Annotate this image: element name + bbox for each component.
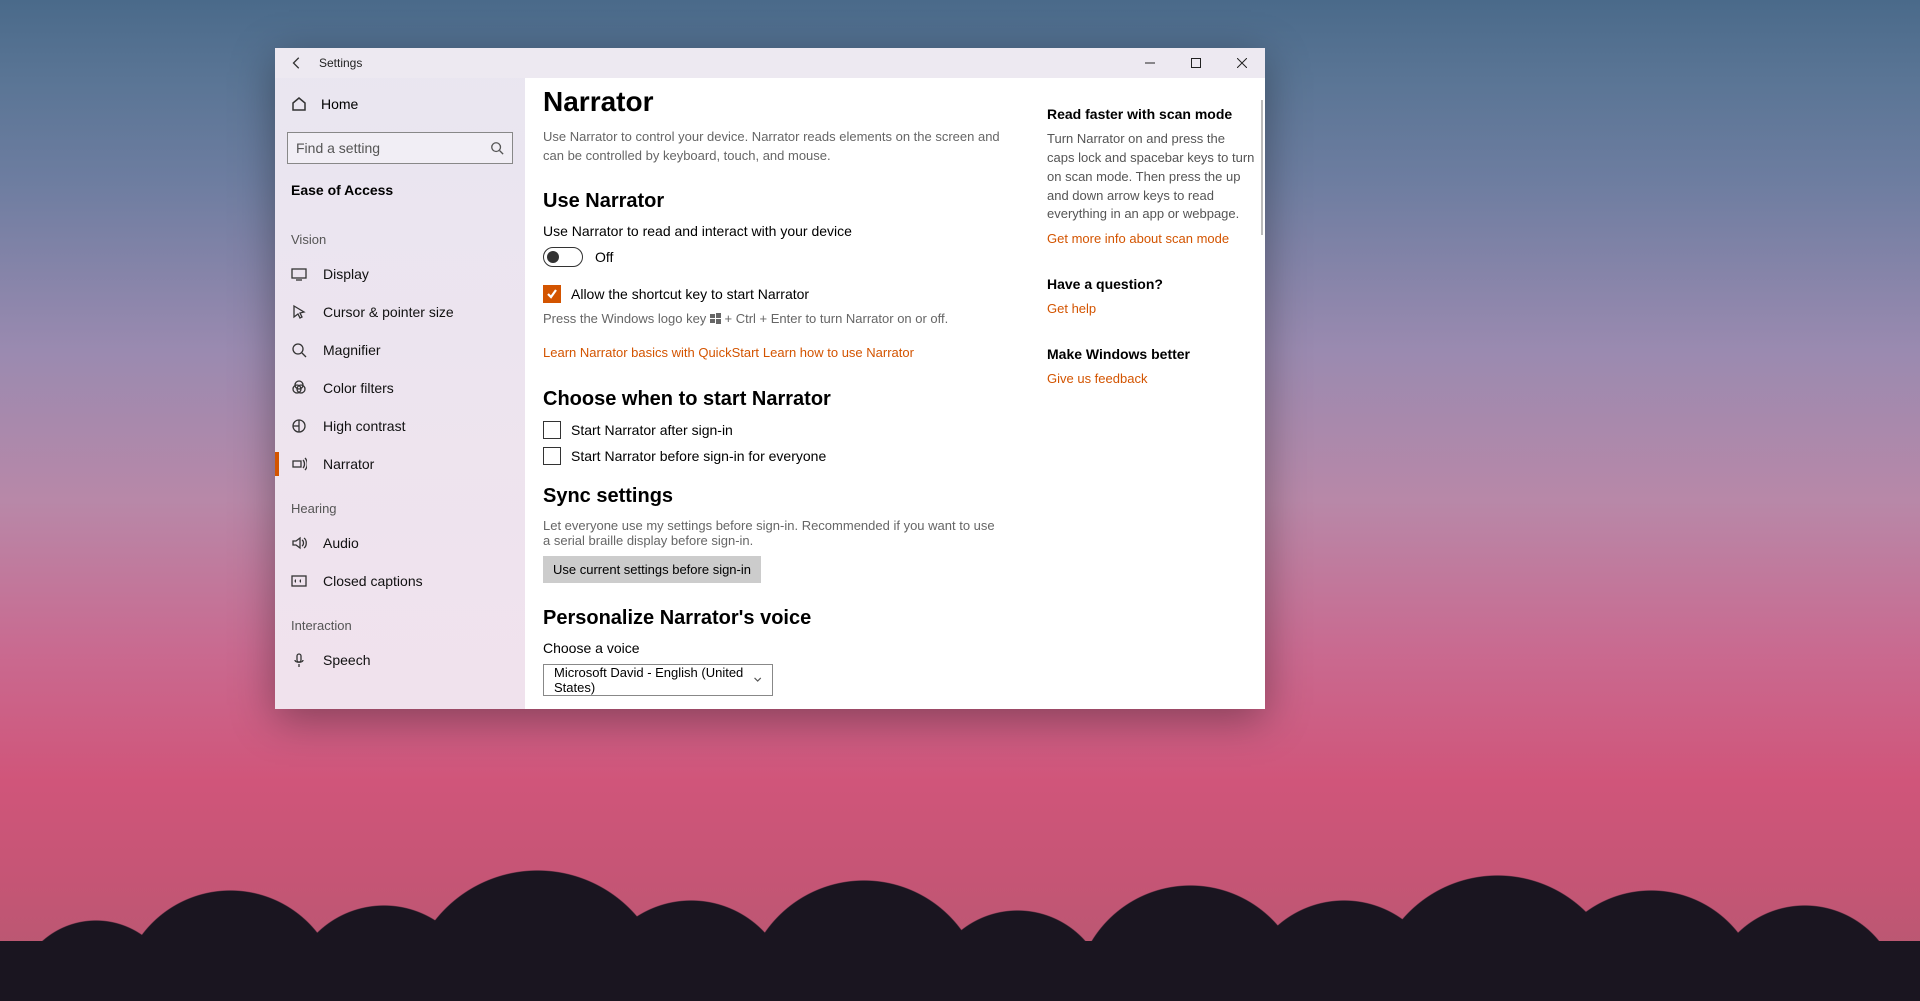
voice-select[interactable]: Microsoft David - English (United States… xyxy=(543,664,773,696)
desktop-wallpaper xyxy=(0,721,1920,1001)
sidebar-group-interaction: Interaction xyxy=(275,600,525,641)
sidebar-home[interactable]: Home xyxy=(275,86,525,122)
voice-selected: Microsoft David - English (United States… xyxy=(554,665,753,695)
sidebar-item-cursor[interactable]: Cursor & pointer size xyxy=(275,293,525,331)
close-icon xyxy=(1237,58,1247,68)
section-voice: Personalize Narrator's voice xyxy=(543,607,1023,630)
aside-panel: Read faster with scan mode Turn Narrator… xyxy=(1047,78,1265,709)
section-use-narrator: Use Narrator xyxy=(543,190,1023,213)
link-scan-mode[interactable]: Get more info about scan mode xyxy=(1047,231,1229,246)
arrow-left-icon xyxy=(290,56,304,70)
check-icon xyxy=(546,288,558,300)
sidebar-item-label: Speech xyxy=(323,652,370,668)
home-icon xyxy=(291,96,307,112)
main-content: Narrator Use Narrator to control your de… xyxy=(525,78,1047,709)
use-narrator-label: Use Narrator to read and interact with y… xyxy=(543,223,1023,239)
sidebar-item-label: Audio xyxy=(323,535,359,551)
back-button[interactable] xyxy=(275,48,319,78)
before-signin-checkbox[interactable] xyxy=(543,447,561,465)
section-choose-when: Choose when to start Narrator xyxy=(543,388,1023,411)
link-give-feedback[interactable]: Give us feedback xyxy=(1047,371,1147,386)
sidebar-item-label: Display xyxy=(323,266,369,282)
shortcut-hint: Press the Windows logo key + Ctrl + Ente… xyxy=(543,311,1003,327)
section-sync: Sync settings xyxy=(543,485,1023,508)
sidebar-item-speech[interactable]: Speech xyxy=(275,641,525,679)
aside-question-heading: Have a question? xyxy=(1047,276,1255,292)
page-title: Narrator xyxy=(543,86,1023,118)
maximize-icon xyxy=(1191,58,1201,68)
sidebar-group-hearing: Hearing xyxy=(275,483,525,524)
link-learn-narrator[interactable]: Learn how to use Narrator xyxy=(763,345,914,360)
cursor-icon xyxy=(291,304,307,320)
sidebar-item-label: Closed captions xyxy=(323,573,423,589)
display-icon xyxy=(291,266,307,282)
toggle-state-label: Off xyxy=(595,249,613,265)
voice-label: Choose a voice xyxy=(543,640,1023,656)
chevron-down-icon xyxy=(753,674,762,685)
speech-icon xyxy=(291,652,307,668)
aside-feedback-heading: Make Windows better xyxy=(1047,346,1255,362)
magnifier-icon xyxy=(291,342,307,358)
sidebar-item-display[interactable]: Display xyxy=(275,255,525,293)
sidebar-category: Ease of Access xyxy=(275,178,525,214)
sidebar-home-label: Home xyxy=(321,96,358,112)
aside-scan-heading: Read faster with scan mode xyxy=(1047,106,1255,122)
windows-key-icon xyxy=(710,312,721,327)
sidebar-item-label: Narrator xyxy=(323,456,374,472)
after-signin-label: Start Narrator after sign-in xyxy=(571,422,733,438)
link-get-help[interactable]: Get help xyxy=(1047,301,1096,316)
link-quickstart[interactable]: Learn Narrator basics with QuickStart xyxy=(543,345,759,360)
sidebar: Home Ease of Access Vision Display Curso… xyxy=(275,78,525,709)
high-contrast-icon xyxy=(291,418,307,434)
sidebar-item-magnifier[interactable]: Magnifier xyxy=(275,331,525,369)
use-narrator-toggle[interactable] xyxy=(543,247,583,267)
maximize-button[interactable] xyxy=(1173,48,1219,78)
search-icon xyxy=(490,141,504,155)
narrator-icon xyxy=(291,456,307,472)
page-description: Use Narrator to control your device. Nar… xyxy=(543,128,1003,166)
titlebar: Settings xyxy=(275,48,1265,78)
close-button[interactable] xyxy=(1219,48,1265,78)
minimize-icon xyxy=(1145,58,1155,68)
search-input[interactable] xyxy=(287,132,513,164)
sidebar-item-label: Cursor & pointer size xyxy=(323,304,454,320)
sidebar-item-closed-captions[interactable]: Closed captions xyxy=(275,562,525,600)
audio-icon xyxy=(291,535,307,551)
app-title: Settings xyxy=(319,56,362,70)
sidebar-group-vision: Vision xyxy=(275,214,525,255)
shortcut-checkbox[interactable] xyxy=(543,285,561,303)
cc-icon xyxy=(291,573,307,589)
sidebar-item-audio[interactable]: Audio xyxy=(275,524,525,562)
shortcut-checkbox-label: Allow the shortcut key to start Narrator xyxy=(571,286,809,302)
sidebar-item-label: High contrast xyxy=(323,418,405,434)
sidebar-item-label: Color filters xyxy=(323,380,394,396)
sidebar-item-narrator[interactable]: Narrator xyxy=(275,445,525,483)
sidebar-item-label: Magnifier xyxy=(323,342,381,358)
color-filters-icon xyxy=(291,380,307,396)
aside-scan-body: Turn Narrator on and press the caps lock… xyxy=(1047,130,1255,224)
sidebar-item-color-filters[interactable]: Color filters xyxy=(275,369,525,407)
sync-button[interactable]: Use current settings before sign-in xyxy=(543,556,761,583)
settings-window: Settings Home Ease of Access Visi xyxy=(275,48,1265,709)
before-signin-label: Start Narrator before sign-in for everyo… xyxy=(571,448,826,464)
minimize-button[interactable] xyxy=(1127,48,1173,78)
search-field[interactable] xyxy=(296,140,490,156)
after-signin-checkbox[interactable] xyxy=(543,421,561,439)
scrollbar[interactable] xyxy=(1261,100,1263,235)
sync-description: Let everyone use my settings before sign… xyxy=(543,518,1003,548)
sidebar-item-high-contrast[interactable]: High contrast xyxy=(275,407,525,445)
